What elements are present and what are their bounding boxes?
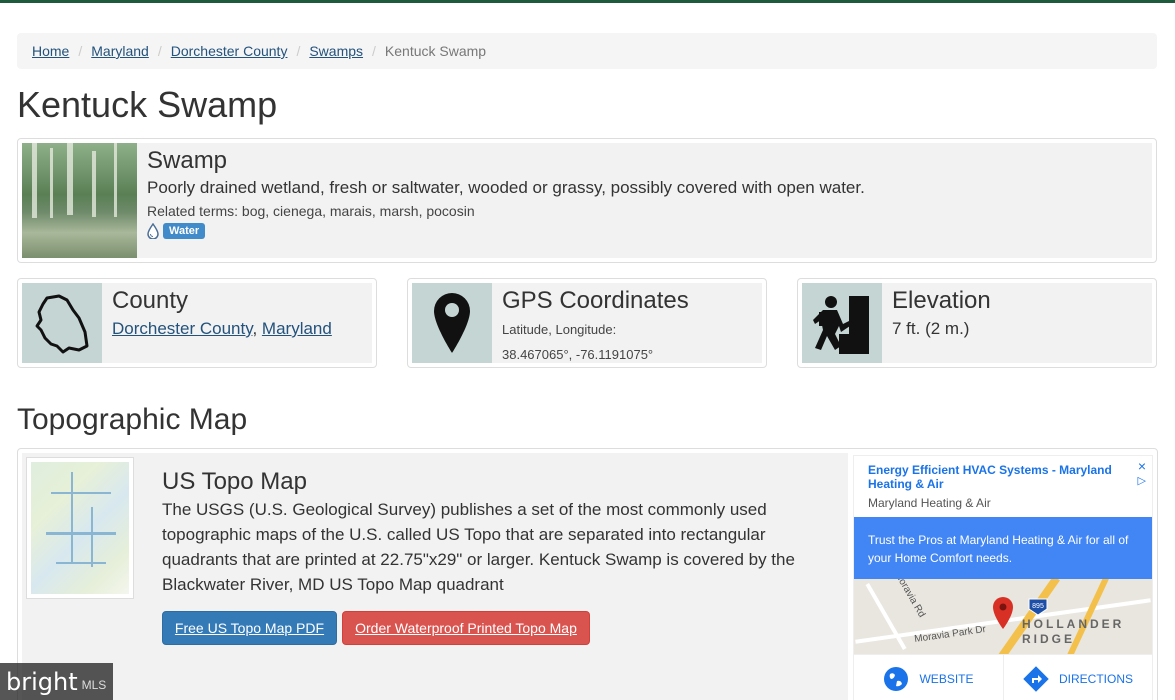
- gps-card: GPS Coordinates Latitude, Longitude: 38.…: [407, 278, 767, 368]
- page-title: Kentuck Swamp: [17, 84, 278, 125]
- county-outline-icon: [35, 294, 89, 354]
- breadcrumb-dorchester-county[interactable]: Dorchester County: [171, 43, 288, 59]
- topo-map-title: US Topo Map: [162, 468, 307, 495]
- breadcrumb-maryland[interactable]: Maryland: [91, 43, 149, 59]
- ad-advertiser: Maryland Heating & Air: [868, 496, 991, 510]
- ad-directions-label: DIRECTIONS: [1058, 671, 1133, 686]
- free-topo-pdf-button[interactable]: Free US Topo Map PDF: [162, 611, 337, 645]
- watermark-suffix: MLS: [81, 677, 107, 692]
- ad-title[interactable]: Energy Efficient HVAC Systems - Maryland…: [868, 463, 1118, 491]
- elevation-title: Elevation: [892, 287, 991, 314]
- water-badge[interactable]: Water: [163, 223, 206, 239]
- feature-class-title: Swamp: [147, 147, 228, 174]
- related-terms: Related terms: bog, cienega, marais, mar…: [147, 203, 475, 219]
- map-marker-icon: [993, 597, 1013, 629]
- ad-body[interactable]: Trust the Pros at Maryland Heating & Air…: [854, 517, 1152, 579]
- gps-coordinates: 38.467065°, -76.1191075°: [502, 347, 654, 362]
- breadcrumb-swamps[interactable]: Swamps: [309, 43, 363, 59]
- highway-shield-icon: 895: [1028, 598, 1048, 616]
- ad-website-button[interactable]: WEBSITE: [854, 655, 1003, 700]
- elevation-card: Elevation 7 ft. (2 m.): [797, 278, 1157, 368]
- topo-map-panel: US Topo Map The USGS (U.S. Geological Su…: [22, 453, 848, 700]
- advertisement[interactable]: Energy Efficient HVAC Systems - Maryland…: [853, 455, 1153, 700]
- watermark-logo: bright MLS: [0, 663, 113, 700]
- ad-website-label: WEBSITE: [919, 671, 974, 686]
- elevation-value: 7 ft. (2 m.): [892, 319, 970, 338]
- county-title: County: [112, 287, 189, 314]
- ad-actions: WEBSITE DIRECTIONS: [854, 654, 1152, 700]
- topo-map-card: US Topo Map The USGS (U.S. Geological Su…: [17, 448, 1158, 700]
- breadcrumb-separator: /: [78, 43, 83, 59]
- topo-map-description: The USGS (U.S. Geological Survey) publis…: [162, 500, 795, 594]
- top-accent-bar: [0, 0, 1175, 3]
- feature-tag: Water: [147, 223, 206, 239]
- county-value: Dorchester County, Maryland: [112, 319, 332, 339]
- highway-number: 895: [1032, 603, 1044, 610]
- breadcrumb-separator: /: [157, 43, 162, 59]
- gps-label: Latitude, Longitude:: [502, 322, 617, 337]
- ad-map[interactable]: Moravia Park Dr Moravia Rd 895 HOLLANDER…: [854, 579, 1152, 654]
- feature-class-panel: Swamp Poorly drained wetland, fresh or s…: [22, 143, 1152, 258]
- section-title-topographic-map: Topographic Map: [17, 403, 248, 436]
- map-pin-icon: [434, 293, 470, 353]
- elevation-panel: Elevation 7 ft. (2 m.): [802, 283, 1152, 363]
- gps-icon-box: [412, 283, 492, 363]
- county-panel: County Dorchester County, Maryland: [22, 283, 372, 363]
- ad-choices-icon[interactable]: ▷: [1138, 474, 1146, 487]
- topo-map-image: [31, 462, 129, 594]
- ad-close-icon[interactable]: ×: [1138, 458, 1146, 474]
- feature-class-description: Poorly drained wetland, fresh or saltwat…: [147, 178, 865, 197]
- swamp-photo: [22, 143, 137, 258]
- hiker-icon: [813, 296, 869, 354]
- topo-map-thumbnail[interactable]: [26, 457, 134, 599]
- ad-directions-button[interactable]: DIRECTIONS: [1003, 655, 1152, 700]
- ad-map-town: HOLLANDER RIDGE: [1022, 617, 1125, 646]
- globe-icon: [884, 666, 909, 691]
- watermark-brand: bright: [6, 667, 78, 696]
- directions-icon: [1023, 665, 1049, 692]
- gps-panel: GPS Coordinates Latitude, Longitude: 38.…: [412, 283, 762, 363]
- breadcrumb-separator: /: [296, 43, 301, 59]
- county-link[interactable]: Dorchester County: [112, 319, 252, 338]
- gps-title: GPS Coordinates: [502, 287, 689, 314]
- elevation-icon-box: [802, 283, 882, 363]
- breadcrumb-current: Kentuck Swamp: [384, 43, 487, 59]
- state-link[interactable]: Maryland: [262, 319, 332, 338]
- county-separator: ,: [252, 319, 262, 338]
- order-printed-map-button[interactable]: Order Waterproof Printed Topo Map: [342, 611, 590, 645]
- breadcrumb: Home / Maryland / Dorchester County / Sw…: [17, 33, 1157, 69]
- breadcrumb-separator: /: [372, 43, 376, 59]
- feature-class-card: Swamp Poorly drained wetland, fresh or s…: [17, 138, 1157, 263]
- water-drop-icon: [147, 223, 159, 239]
- ad-map-road-label: Moravia Rd: [892, 579, 928, 620]
- breadcrumb-home[interactable]: Home: [32, 43, 69, 59]
- county-icon-box: [22, 283, 102, 363]
- county-card: County Dorchester County, Maryland: [17, 278, 377, 368]
